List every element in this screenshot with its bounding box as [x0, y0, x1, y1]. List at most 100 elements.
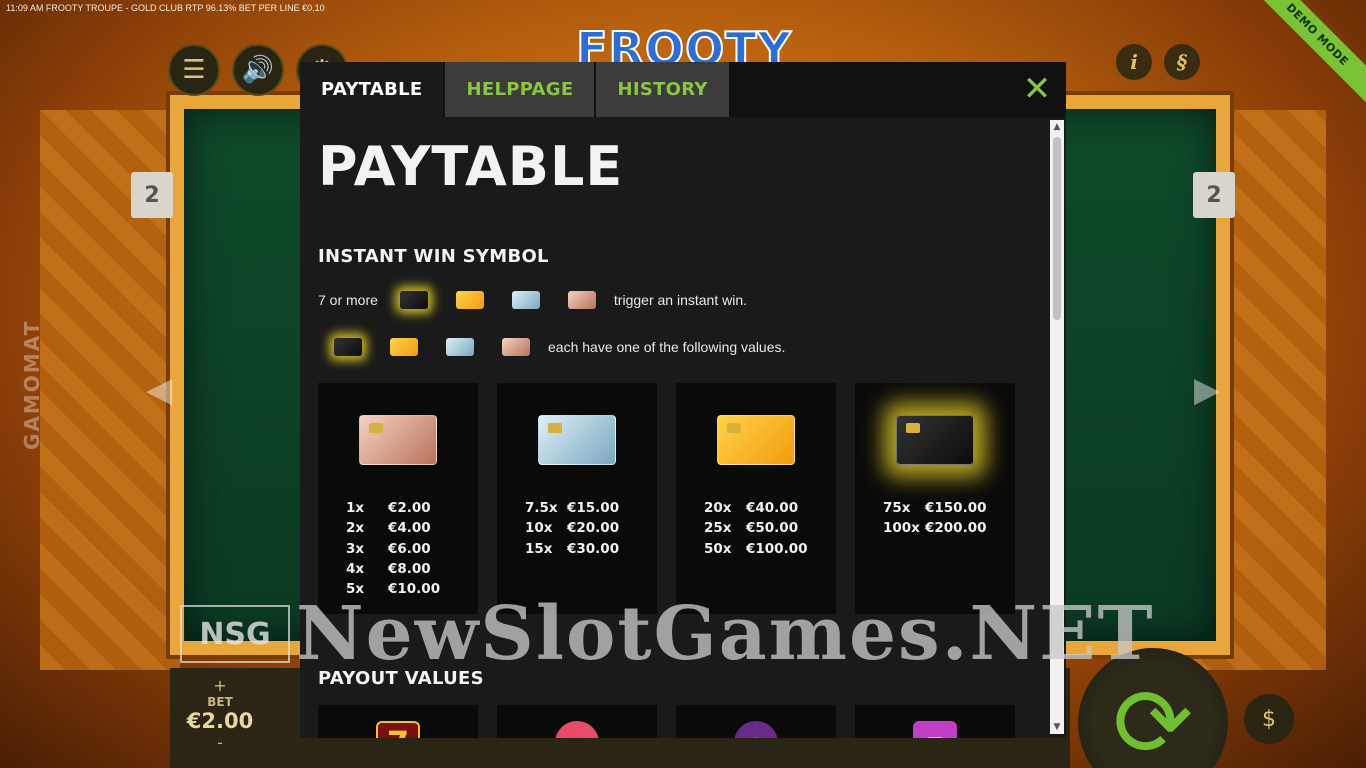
grape-symbol-card: ● [676, 705, 836, 738]
multiplier: 7.5x [525, 500, 558, 516]
pay-row: 10x €20.00 [497, 518, 657, 538]
amount: €4.00 [388, 520, 431, 537]
line-marker-right: 2 [1193, 172, 1235, 218]
gift-box-symbol-card: ■ [855, 705, 1015, 738]
gift-box-icon: ■ [913, 721, 957, 738]
scroll-up-icon[interactable]: ▲ [1050, 120, 1064, 134]
seven-symbol-card: 7 [318, 705, 478, 738]
money-bag-icon: $ [1262, 706, 1276, 732]
info-icon: i [1130, 50, 1138, 74]
arrow-left-icon: ◀ [146, 370, 173, 410]
payout-symbol-grid: 7 ● ● ■ [318, 705, 1032, 738]
pay-row: 4x €8.00 [318, 559, 478, 579]
multiplier: 25x [704, 520, 732, 537]
instant-win-title: INSTANT WIN SYMBOL [318, 246, 549, 267]
bronze-card-icon [502, 338, 530, 356]
silver-value-card: 7.5x €15.00 10x €20.00 15x €30.00 [497, 383, 657, 614]
page-title: PAYTABLE [318, 135, 624, 198]
multiplier: 75x [883, 500, 911, 516]
arrow-right-icon: ▶ [1194, 370, 1221, 410]
bronze-card-icon [359, 415, 437, 465]
grape-icon: ● [734, 721, 778, 738]
black-pay-list: 75x €150.00 100x €200.00 [855, 498, 1015, 539]
bronze-card-icon [567, 291, 596, 309]
amount: €10.00 [388, 581, 441, 598]
payout-values-title: PAYOUT VALUES [318, 668, 484, 689]
gamble-icon: § [1176, 50, 1188, 74]
pay-row: 20x €40.00 [676, 498, 836, 518]
gold-card-icon [390, 338, 418, 356]
multiplier: 5x [346, 581, 365, 598]
line-marker-left: 2 [131, 172, 173, 218]
paytable-content: PAYTABLE INSTANT WIN SYMBOL 7 or more tr… [300, 117, 1050, 738]
pay-row: 1x €2.00 [318, 498, 478, 518]
refresh-icon: ⟳ [1112, 667, 1194, 768]
pay-row: 75x €150.00 [855, 498, 1015, 518]
amount: €200.00 [925, 520, 987, 537]
amount: €40.00 [746, 500, 799, 516]
info-button[interactable]: i [1116, 44, 1152, 80]
amount: €20.00 [567, 520, 620, 537]
black-card-icon [896, 415, 974, 465]
amount: €30.00 [567, 540, 620, 557]
multiplier: 100x [883, 520, 920, 537]
bronze-pay-list: 1x €2.00 2x €4.00 3x €6.00 4x €8.00 5x €10.00 [318, 498, 478, 599]
amount: €50.00 [746, 520, 799, 537]
pay-row: 50x €100.00 [676, 539, 836, 559]
close-icon: ✕ [1022, 69, 1052, 109]
pay-row: 3x €6.00 [318, 539, 478, 559]
pay-row: 2x €4.00 [318, 518, 478, 538]
bronze-value-card: 1x €2.00 2x €4.00 3x €6.00 4x €8.00 5x €10.00 [318, 383, 478, 614]
pay-row: 15x €30.00 [497, 539, 657, 559]
silver-card-icon [446, 338, 474, 356]
black-card-icon [399, 291, 428, 309]
multiplier: 50x [704, 540, 732, 557]
sound-button[interactable]: 🔊 [232, 44, 284, 96]
tab-paytable[interactable]: PAYTABLE [300, 62, 444, 117]
bet-value: €2.00 [186, 709, 254, 733]
amount: €2.00 [388, 500, 431, 516]
watermelon-symbol-card: ● [497, 705, 657, 738]
pay-row: 7.5x €15.00 [497, 498, 657, 518]
silver-card-icon [511, 291, 540, 309]
seven-icon: 7 [376, 721, 420, 738]
scrollbar-thumb[interactable] [1053, 137, 1061, 320]
bet-panel: + BET €2.00 - [170, 668, 270, 768]
demo-mode-ribbon: DEMO MODE [1240, 0, 1366, 112]
amount: €15.00 [567, 500, 620, 516]
cashier-button[interactable]: $ [1244, 694, 1294, 744]
scroll-down-icon[interactable]: ▼ [1050, 720, 1064, 734]
pay-row: 100x €200.00 [855, 518, 1015, 538]
gold-card-icon [455, 291, 484, 309]
silver-card-icon [538, 415, 616, 465]
multiplier: 1x [346, 500, 365, 516]
multiplier: 2x [346, 520, 365, 537]
pay-row: 5x €10.00 [318, 579, 478, 599]
bet-label: BET [207, 695, 233, 709]
black-value-card: 75x €150.00 100x €200.00 [855, 383, 1015, 614]
scrollbar[interactable]: ▲ ▼ [1050, 120, 1064, 734]
tab-helppage[interactable]: HELPPAGE [445, 62, 595, 117]
pay-row: 25x €50.00 [676, 518, 836, 538]
status-bar: 11:09 AM FROOTY TROUPE - GOLD CLUB RTP 9… [6, 3, 325, 13]
gold-pay-list: 20x €40.00 25x €50.00 50x €100.00 [676, 498, 836, 559]
close-button[interactable]: ✕ [1022, 72, 1052, 106]
gamble-button[interactable]: § [1164, 44, 1200, 80]
multiplier: 4x [346, 560, 365, 577]
gold-value-card: 20x €40.00 25x €50.00 50x €100.00 [676, 383, 836, 614]
watermelon-icon: ● [555, 721, 599, 738]
instant-win-rule-row: 7 or more trigger an instant win. [318, 288, 1032, 312]
gold-card-icon [717, 415, 795, 465]
amount: €100.00 [746, 540, 808, 557]
hamburger-icon: ☰ [182, 55, 206, 85]
instant-win-values-text: each have one of the following values. [548, 339, 786, 355]
menu-button[interactable]: ☰ [168, 44, 220, 96]
bet-decrease-button[interactable]: - [170, 733, 270, 752]
multiplier: 15x [525, 540, 553, 557]
bet-increase-button[interactable]: + [170, 676, 270, 695]
tab-history[interactable]: HISTORY [596, 62, 729, 117]
value-card-grid: 1x €2.00 2x €4.00 3x €6.00 4x €8.00 5x €10.00… [318, 383, 1032, 614]
instant-win-rule-text: trigger an instant win. [613, 292, 747, 308]
black-card-icon [334, 338, 362, 356]
paytable-dialog: PAYTABLE HELPPAGE HISTORY ✕ PAYTABLE INS… [300, 62, 1066, 738]
